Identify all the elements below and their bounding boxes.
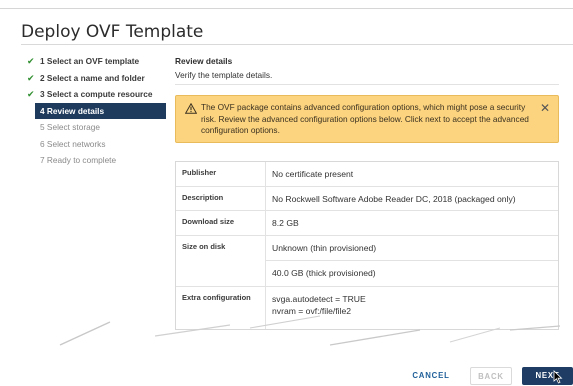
table-row: Description No Rockwell Software Adobe R… [176, 187, 558, 211]
step-select-name-folder[interactable]: ✔ 2 Select a name and folder [26, 70, 166, 86]
table-row: Download size 8.2 GB [176, 211, 558, 236]
dialog-title: Deploy OVF Template [21, 22, 204, 42]
review-heading: Review details [175, 56, 233, 66]
wizard-steps: ✔ 1 Select an OVF template ✔ 2 Select a … [26, 53, 166, 169]
extra-config-line: nvram = ovf:/file/file2 [272, 306, 352, 316]
top-divider [0, 8, 573, 9]
step-select-networks: 6 Select networks [26, 136, 166, 152]
review-subtitle: Verify the template details. [175, 70, 273, 80]
check-icon: ✔ [27, 72, 35, 83]
row-value: 8.2 GB [272, 218, 299, 228]
row-value: Unknown (thin provisioned) 40.0 GB (thic… [266, 236, 558, 286]
row-label: Description [176, 187, 266, 210]
row-label: Extra configuration [176, 287, 266, 329]
step-label: 4 Review details [40, 105, 105, 116]
step-label: 3 Select a compute resource [40, 89, 153, 99]
step-ready-to-complete: 7 Ready to complete [26, 152, 166, 168]
warning-banner: The OVF package contains advanced config… [175, 95, 559, 143]
step-label: 2 Select a name and folder [40, 72, 145, 83]
step-select-storage: 5 Select storage [26, 119, 166, 135]
review-divider [175, 84, 559, 85]
step-label: 1 Select an OVF template [40, 56, 140, 66]
disk-thick-value: 40.0 GB (thick provisioned) [272, 268, 376, 278]
table-row: Extra configuration svga.autodetect = TR… [176, 287, 558, 329]
step-select-compute-resource[interactable]: ✔ 3 Select a compute resource [26, 86, 166, 102]
close-icon[interactable]: ✕ [540, 101, 550, 115]
row-label: Size on disk [176, 236, 266, 286]
next-button[interactable]: NEXT [522, 367, 573, 385]
row-value: No certificate present [272, 169, 354, 179]
check-icon: ✔ [27, 89, 35, 99]
extra-config-line: svga.autodetect = TRUE [272, 294, 366, 304]
disk-thin-value: Unknown (thin provisioned) [266, 236, 558, 261]
details-table: Publisher No certificate present Descrip… [175, 161, 559, 330]
table-row: Size on disk Unknown (thin provisioned) … [176, 236, 558, 287]
step-label: 6 Select networks [40, 138, 106, 149]
row-label: Publisher [176, 162, 266, 186]
title-divider [21, 44, 573, 45]
table-row: Publisher No certificate present [176, 162, 558, 187]
step-label: 5 Select storage [40, 122, 100, 132]
row-value: No Rockwell Software Adobe Reader DC, 20… [272, 194, 516, 204]
warning-text: The OVF package contains advanced config… [201, 102, 529, 135]
step-label: 7 Ready to complete [40, 155, 117, 165]
mouse-cursor-icon [553, 370, 563, 384]
step-select-ovf-template[interactable]: ✔ 1 Select an OVF template [26, 53, 166, 69]
step-review-details[interactable]: 4 Review details [35, 102, 166, 119]
check-icon: ✔ [27, 56, 35, 66]
row-value: svga.autodetect = TRUE nvram = ovf:/file… [266, 287, 558, 329]
row-label: Download size [176, 211, 266, 235]
warning-icon [185, 103, 197, 114]
back-button[interactable]: BACK [470, 367, 512, 385]
cancel-button[interactable]: CANCEL [404, 367, 458, 385]
